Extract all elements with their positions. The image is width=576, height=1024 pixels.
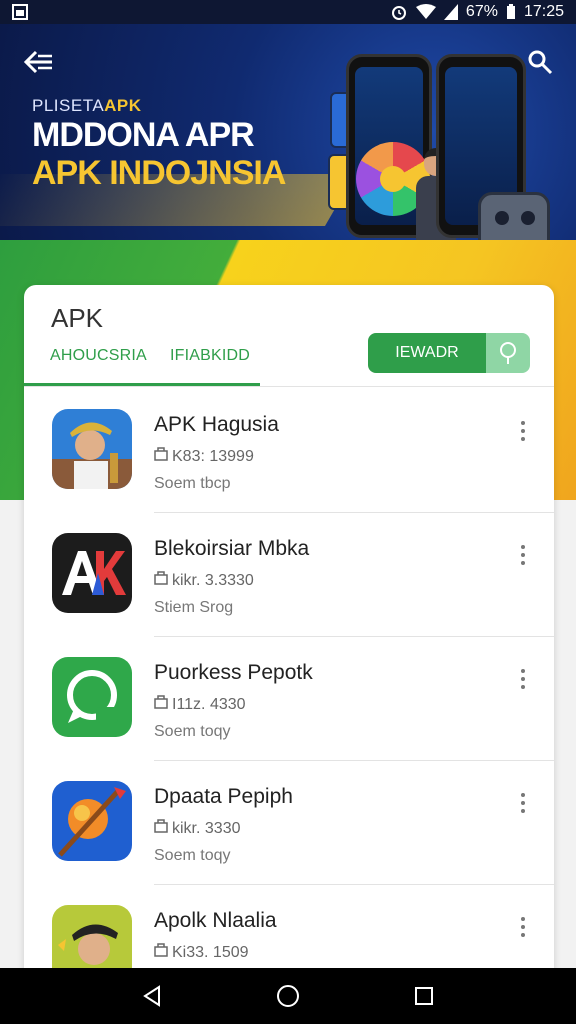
status-bar: 67% 17:25 — [0, 0, 576, 24]
more-vert-icon[interactable] — [514, 541, 532, 569]
nav-home-icon[interactable] — [273, 981, 303, 1011]
app-name: APK Hagusia — [154, 413, 279, 436]
app-name: Puorkess Pepotk — [154, 661, 313, 684]
list-item[interactable]: Dpaata Pepiph kikr. 3330 Soem toqy — [24, 761, 554, 885]
battery-percent: 67% — [465, 3, 498, 20]
screen: 67% 17:25 PLISETAAPK MDDONA APR APK INDO… — [0, 0, 576, 1024]
app-meta-text: I11z. 4330 — [172, 695, 246, 713]
app-meta: I11z. 4330 — [154, 695, 246, 714]
app-meta-text: K83: 13999 — [172, 447, 254, 465]
app-name: Blekoirsiar Mbka — [154, 537, 310, 560]
hero-banner: PLISETAAPK MDDONA APR APK INDOJNSIA — [0, 24, 576, 240]
app-meta-text: Ki33. 1509 — [172, 943, 249, 961]
mic-icon[interactable] — [486, 333, 530, 373]
system-nav-bar — [0, 968, 576, 1024]
card-title: APK — [51, 303, 104, 333]
app-meta-text: kikr. 3.3330 — [172, 571, 254, 589]
list-item[interactable]: Puorkess Pepotk I11z. 4330 Soem toqy — [24, 637, 554, 761]
package-icon — [154, 943, 168, 962]
package-icon — [154, 819, 168, 838]
back-icon[interactable] — [22, 48, 58, 76]
banner-kicker-text: PLISETA — [32, 96, 105, 115]
app-icon-ak-logo — [52, 533, 132, 613]
app-subtitle: Stiem Srog — [154, 599, 234, 616]
app-list-card: APK AHOUCSRIA IFIABKIDD IEWADR APK Hagus… — [24, 285, 554, 985]
app-meta: kikr. 3.3330 — [154, 571, 254, 590]
app-meta: Ki33. 1509 — [154, 943, 249, 962]
tab-1[interactable]: AHOUCSRIA — [50, 347, 147, 365]
status-right: 67% 17:25 — [390, 3, 564, 21]
app-icon-orb — [52, 781, 132, 861]
banner-title-line1: MDDONA APR — [32, 116, 255, 154]
package-icon — [154, 695, 168, 714]
list-item[interactable]: APK Hagusia K83: 13999 Soem tbcp — [24, 389, 554, 513]
tab-2[interactable]: IFIABKIDD — [170, 347, 250, 365]
app-icon-chat-bubble — [52, 657, 132, 737]
nav-back-icon[interactable] — [137, 981, 167, 1011]
banner-kicker: PLISETAAPK — [32, 96, 142, 116]
robot-illustration — [478, 192, 550, 240]
app-meta: K83: 13999 — [154, 447, 254, 466]
package-icon — [154, 571, 168, 590]
banner-title-line2: APK INDOJNSIA — [32, 154, 286, 192]
screenshot-icon — [12, 4, 28, 20]
nav-recents-icon[interactable] — [409, 981, 439, 1011]
signal-icon — [443, 4, 458, 20]
more-vert-icon[interactable] — [514, 665, 532, 693]
more-vert-icon[interactable] — [514, 417, 532, 445]
battery-icon — [506, 4, 516, 20]
app-meta-text: kikr. 3330 — [172, 819, 241, 837]
more-vert-icon[interactable] — [514, 913, 532, 941]
more-vert-icon[interactable] — [514, 789, 532, 817]
app-name: Apolk Nlaalia — [154, 909, 277, 932]
app-subtitle: Soem toqy — [154, 847, 231, 864]
wifi-icon — [415, 4, 436, 20]
app-meta: kikr. 3330 — [154, 819, 240, 838]
banner-kicker-accent: APK — [104, 96, 142, 115]
clock: 17:25 — [523, 3, 564, 20]
app-icon-person — [52, 409, 132, 489]
action-button[interactable]: IEWADR — [368, 333, 530, 373]
app-subtitle: Soem toqy — [154, 723, 231, 740]
action-button-label[interactable]: IEWADR — [368, 333, 486, 373]
tab-divider — [24, 386, 554, 387]
search-icon[interactable] — [526, 48, 554, 76]
alarm-icon — [390, 3, 408, 21]
app-name: Dpaata Pepiph — [154, 785, 293, 808]
list-item[interactable]: Blekoirsiar Mbka kikr. 3.3330 Stiem Srog — [24, 513, 554, 637]
package-icon — [154, 447, 168, 466]
app-subtitle: Soem tbcp — [154, 475, 231, 492]
